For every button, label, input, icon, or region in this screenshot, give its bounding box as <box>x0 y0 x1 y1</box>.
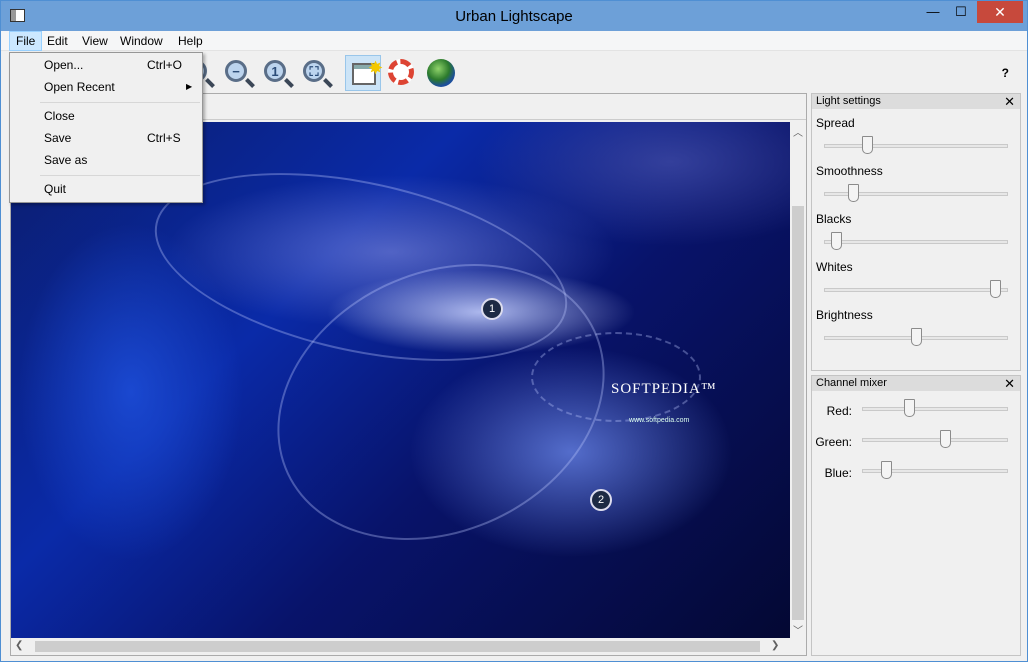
menu-view[interactable]: View <box>76 31 114 51</box>
channel-mixer-title-text: Channel mixer <box>816 377 887 389</box>
star-icon: ✸ <box>368 58 384 78</box>
light-marker-2[interactable]: 2 <box>590 489 612 511</box>
menu-item-label: Quit <box>44 182 67 196</box>
zoom-fit-button[interactable]: ⛶ <box>297 55 333 91</box>
menu-item-save-as[interactable]: Save as <box>11 149 201 171</box>
submenu-arrow-icon: ▶ <box>186 82 193 91</box>
light-marker-1[interactable]: 1 <box>481 298 503 320</box>
menu-item-close[interactable]: Close <box>11 105 201 127</box>
menu-item-open[interactable]: Open... Ctrl+O <box>11 54 201 76</box>
close-button[interactable]: ✕ <box>977 1 1023 23</box>
mixer-slider-track[interactable] <box>862 438 1008 442</box>
horizontal-scroll-thumb[interactable] <box>35 641 760 652</box>
slider-label: Spread <box>816 116 855 130</box>
mixer-label: Blue: <box>824 466 852 480</box>
light-settings-panel: Light settings ✕ Spread Smoothness Blacks Wh… <box>811 93 1021 371</box>
web-globe-icon <box>427 59 455 87</box>
scroll-up-icon[interactable]: ︿ <box>793 124 803 139</box>
menu-separator <box>40 175 200 176</box>
zoom-out-icon: − <box>225 60 247 82</box>
menu-bar: File Edit View Window Help <box>1 31 1027 51</box>
app-window: Urban Lightscape — ☐ ✕ File Edit View Wi… <box>0 0 1028 662</box>
menu-item-label: Save <box>44 131 72 145</box>
menu-item-save[interactable]: Save Ctrl+S <box>11 127 201 149</box>
window-title: Urban Lightscape <box>455 8 573 25</box>
slider-handle[interactable] <box>862 136 874 154</box>
title-bar: Urban Lightscape — ☐ ✕ <box>1 1 1027 31</box>
channel-mixer-panel: Channel mixer ✕ Red: Green: Blue: <box>811 375 1021 656</box>
menu-shortcut: Ctrl+S <box>147 131 181 145</box>
menu-item-label: Open... <box>44 58 84 72</box>
menu-help[interactable]: Help <box>172 31 209 51</box>
light-settings-title-text: Light settings <box>816 95 881 107</box>
scroll-right-icon[interactable]: ❯ <box>771 640 779 651</box>
slider-label: Smoothness <box>816 164 883 178</box>
watermark-brand: SOFTPEDIA™ <box>611 381 717 397</box>
slider-label: Brightness <box>816 308 873 322</box>
slider-label: Blacks <box>816 212 852 226</box>
menu-item-label: Close <box>44 109 75 123</box>
light-settings-title: Light settings ✕ <box>812 94 1020 109</box>
mixer-label: Green: <box>815 435 852 449</box>
new-window-button[interactable]: ✸ <box>345 55 384 91</box>
web-button[interactable] <box>423 55 459 91</box>
scroll-down-icon[interactable]: ﹀ <box>793 622 803 637</box>
zoom-actual-button[interactable]: 1 <box>258 55 294 91</box>
mixer-slider-handle[interactable] <box>880 461 892 479</box>
vertical-scrollbar[interactable]: ︿ ﹀ <box>790 122 806 638</box>
menu-edit[interactable]: Edit <box>41 31 74 51</box>
close-icon[interactable]: ✕ <box>1004 94 1015 109</box>
scroll-left-icon[interactable]: ❮ <box>15 640 23 651</box>
slider-track[interactable] <box>824 288 1008 292</box>
slider-handle[interactable] <box>990 280 1002 298</box>
zoom-actual-icon: 1 <box>264 60 286 82</box>
horizontal-scrollbar[interactable]: ❮ ❯ <box>11 638 790 655</box>
menu-separator <box>40 102 200 103</box>
mixer-slider-track[interactable] <box>862 407 1008 411</box>
mixer-label: Red: <box>826 404 852 418</box>
slider-track[interactable] <box>824 240 1008 244</box>
slider-handle[interactable] <box>910 328 922 346</box>
slider-track[interactable] <box>824 144 1008 148</box>
menu-item-open-recent[interactable]: Open Recent ▶ <box>11 76 201 98</box>
zoom-fit-icon: ⛶ <box>303 60 325 82</box>
slider-label: Whites <box>816 260 853 274</box>
menu-file[interactable]: File <box>9 31 43 51</box>
whats-this-button[interactable]: ? <box>1002 66 1009 80</box>
close-icon[interactable]: ✕ <box>1004 376 1015 391</box>
vertical-scroll-thumb[interactable] <box>792 206 804 620</box>
help-button[interactable] <box>384 55 420 91</box>
menu-item-label: Save as <box>44 153 88 167</box>
menu-window[interactable]: Window <box>114 31 169 51</box>
menu-shortcut: Ctrl+O <box>147 58 183 72</box>
maximize-button[interactable]: ☐ <box>947 1 975 23</box>
slider-handle[interactable] <box>848 184 860 202</box>
help-lifebuoy-icon <box>388 59 414 85</box>
watermark-url: www.softpedia.com <box>629 417 690 424</box>
file-menu-dropdown: Open... Ctrl+O Open Recent ▶ Close Save Ctr… <box>9 52 203 203</box>
menu-item-quit[interactable]: Quit <box>11 178 201 200</box>
slider-handle[interactable] <box>830 232 842 250</box>
mixer-slider-handle[interactable] <box>903 399 915 417</box>
light-swirl <box>531 332 701 422</box>
minimize-button[interactable]: — <box>919 1 947 23</box>
channel-mixer-title: Channel mixer ✕ <box>812 376 1020 391</box>
menu-item-label: Open Recent <box>44 80 115 94</box>
mixer-slider-handle[interactable] <box>940 430 952 448</box>
zoom-out-button[interactable]: − <box>219 55 255 91</box>
